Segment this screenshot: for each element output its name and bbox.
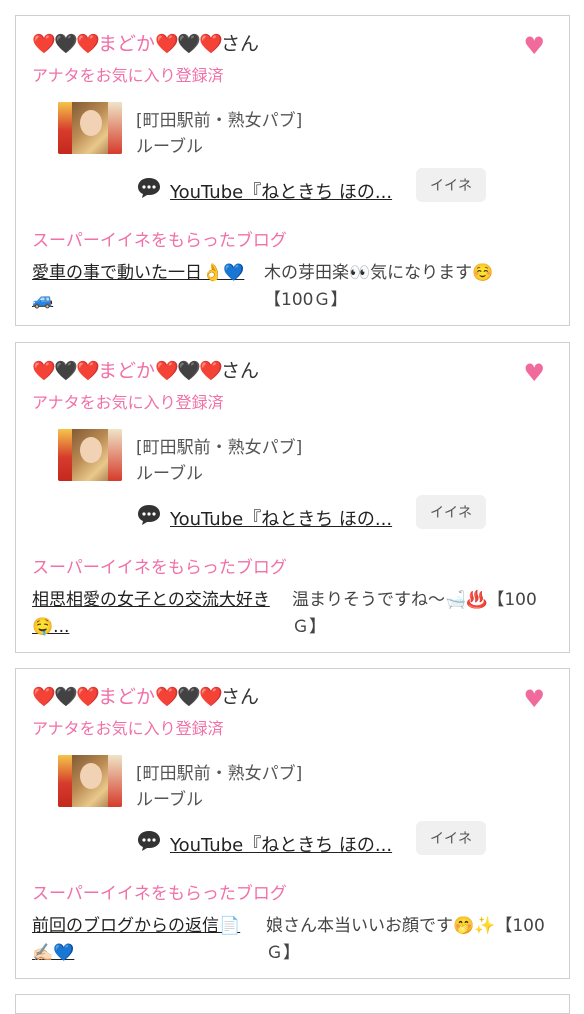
speech-bubble-icon [136, 503, 162, 527]
shop-thumbnail[interactable] [58, 755, 122, 807]
blog-comment: 温まりそうですね〜🛁♨️【100Ｇ】 [292, 590, 537, 637]
next-card-edge [15, 994, 570, 1014]
thumbnail-face [80, 763, 102, 789]
shop-name: [町田駅前・熟女パブ] [136, 764, 303, 784]
heart-icon[interactable]: ♥ [523, 359, 545, 387]
heart-icon: ❤️ [199, 360, 223, 382]
blog-comment: 娘さん本当いいお顔です🤭✨【100Ｇ】 [266, 916, 545, 963]
speech-bubble-icon [138, 505, 160, 525]
heart-icon: ❤️ [155, 33, 179, 55]
name-suffix: さん [221, 686, 260, 708]
heart-icon: ❤️ [199, 686, 223, 708]
shop-thumbnail[interactable] [58, 429, 122, 481]
heart-icon: ❤️ [76, 360, 100, 382]
blog-title-link[interactable]: 相思相愛の女子との交流大好き [32, 587, 270, 614]
thumbnail-face [80, 437, 102, 463]
speech-bubble-icon [136, 829, 162, 853]
blog-comment: 木の芽田楽👀気になります☺️【100Ｇ】 [264, 263, 494, 310]
blog-title-link-continued[interactable]: 🚙 [32, 287, 53, 314]
speech-bubble-icon [138, 178, 160, 198]
like-button[interactable]: イイネ [416, 821, 486, 855]
user-card-3: ❤️🖤❤️まどか❤️🖤❤️さん ♥ アナタをお気に入り登録済 [町田駅前・熟女パ… [15, 668, 570, 979]
card-header: ❤️🖤❤️まどか❤️🖤❤️さん [32, 32, 259, 56]
blog-title-link[interactable]: 前回のブログからの返信📄 [32, 913, 240, 940]
thumbnail-band [58, 429, 72, 481]
speech-bubble-icon [136, 176, 162, 200]
heart-icon: 🖤 [177, 360, 201, 382]
like-button[interactable]: イイネ [416, 168, 486, 202]
heart-icon: 🖤 [177, 33, 201, 55]
blog-title-link-continued[interactable]: 🤤... [32, 614, 69, 641]
shop-subname: ルーブル [136, 464, 203, 484]
heart-icon: ❤️ [155, 360, 179, 382]
heart-icon: ❤️ [32, 33, 56, 55]
blog-title-link[interactable]: 愛車の事で動いた一日👌💙 [32, 260, 244, 287]
thumbnail-band [108, 429, 122, 481]
heart-icon: ❤️ [76, 33, 100, 55]
user-name[interactable]: まどか [98, 686, 155, 708]
heart-icon[interactable]: ♥ [523, 32, 545, 60]
shop-thumbnail[interactable] [58, 102, 122, 154]
name-suffix: さん [221, 360, 260, 382]
registered-status: アナタをお気に入り登録済 [32, 719, 224, 738]
shop-subname: ルーブル [136, 137, 203, 157]
card-header: ❤️🖤❤️まどか❤️🖤❤️さん [32, 359, 259, 383]
heart-icon: ❤️ [199, 33, 223, 55]
youtube-link[interactable]: YouTube『ねときち ほの... [170, 178, 392, 204]
thumbnail-band [108, 102, 122, 154]
heart-icon: ❤️ [76, 686, 100, 708]
user-card-1: ❤️🖤❤️まどか❤️🖤❤️さん ♥ アナタをお気に入り登録済 [町田駅前・熟女パ… [15, 15, 570, 326]
heart-icon: 🖤 [54, 33, 78, 55]
heart-icon: 🖤 [177, 686, 201, 708]
superlike-label: スーパーイイネをもらったブログ [32, 884, 287, 904]
user-card-2: ❤️🖤❤️まどか❤️🖤❤️さん ♥ アナタをお気に入り登録済 [町田駅前・熟女パ… [15, 342, 570, 653]
registered-status: アナタをお気に入り登録済 [32, 393, 224, 412]
heart-icon[interactable]: ♥ [523, 685, 545, 713]
registered-status: アナタをお気に入り登録済 [32, 66, 224, 85]
like-button[interactable]: イイネ [416, 495, 486, 529]
heart-icon: ❤️ [32, 686, 56, 708]
card-header: ❤️🖤❤️まどか❤️🖤❤️さん [32, 685, 259, 709]
thumbnail-band [58, 102, 72, 154]
shop-subname: ルーブル [136, 790, 203, 810]
user-name[interactable]: まどか [98, 360, 155, 382]
youtube-link[interactable]: YouTube『ねときち ほの... [170, 831, 392, 857]
heart-icon: ❤️ [32, 360, 56, 382]
superlike-label: スーパーイイネをもらったブログ [32, 558, 287, 578]
thumbnail-band [108, 755, 122, 807]
thumbnail-band [58, 755, 72, 807]
shop-name: [町田駅前・熟女パブ] [136, 111, 303, 131]
user-name[interactable]: まどか [98, 33, 155, 55]
heart-icon: ❤️ [155, 686, 179, 708]
blog-title-link-continued[interactable]: ✍🏻💙 [32, 940, 74, 967]
shop-name: [町田駅前・熟女パブ] [136, 438, 303, 458]
youtube-link[interactable]: YouTube『ねときち ほの... [170, 505, 392, 531]
superlike-label: スーパーイイネをもらったブログ [32, 231, 287, 251]
thumbnail-face [80, 110, 102, 136]
speech-bubble-icon [138, 831, 160, 851]
name-suffix: さん [221, 33, 260, 55]
heart-icon: 🖤 [54, 360, 78, 382]
heart-icon: 🖤 [54, 686, 78, 708]
